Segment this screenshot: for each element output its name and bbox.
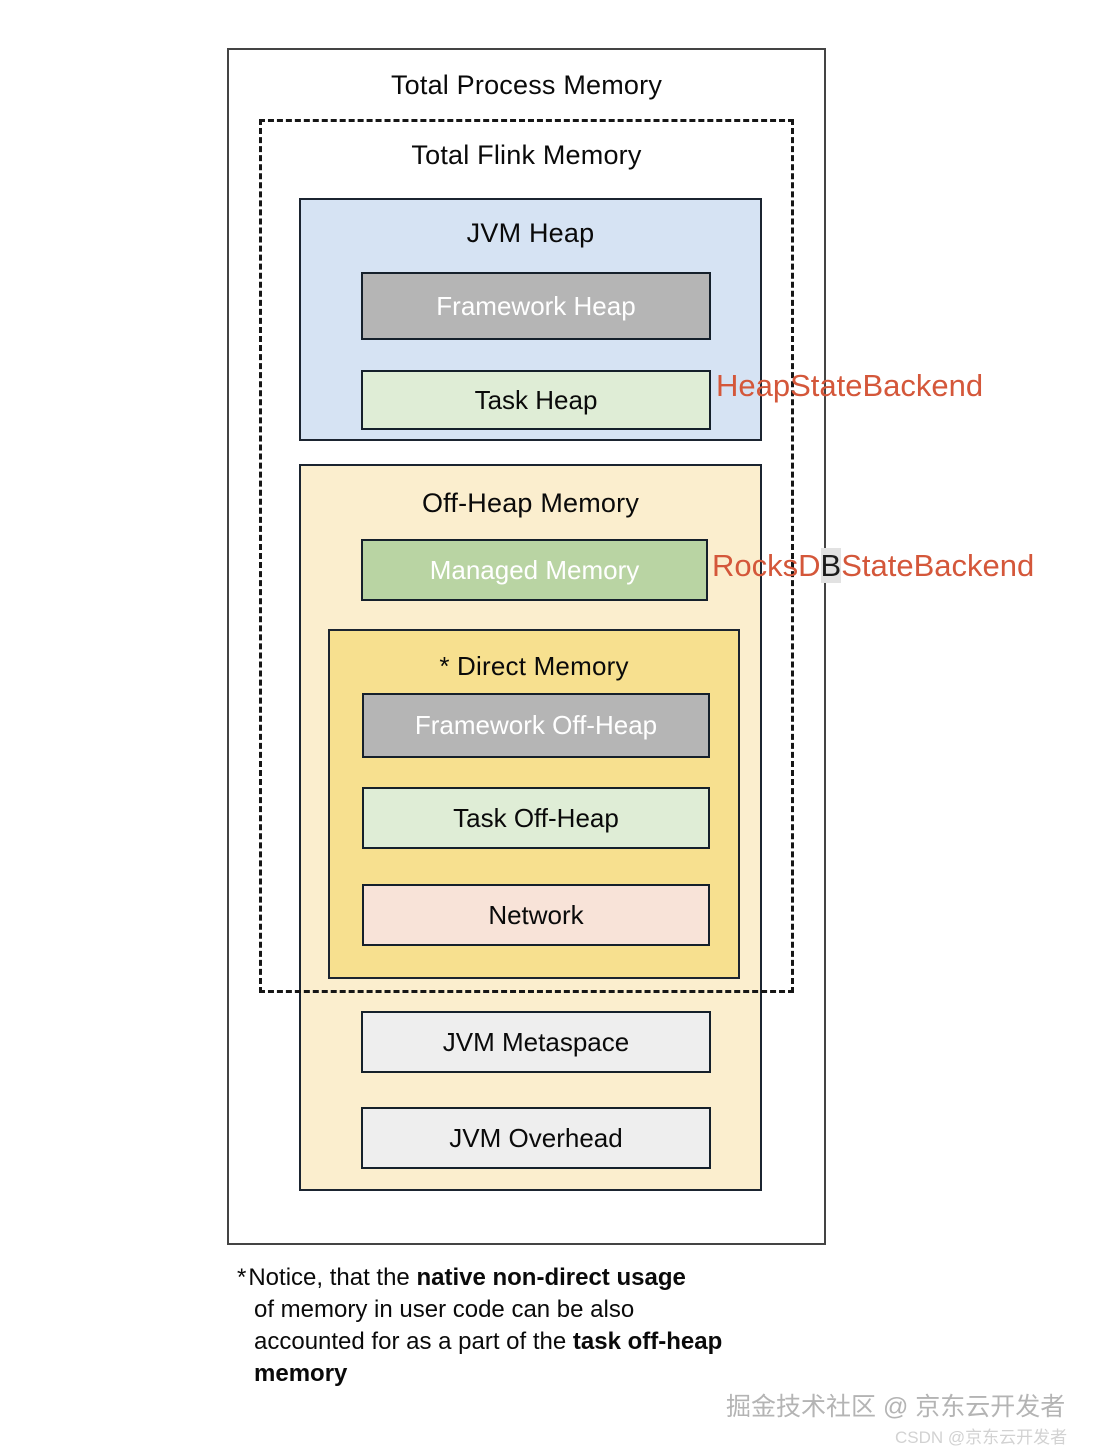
footnote-line-1-normal: Notice, that the	[248, 1264, 417, 1291]
jvm-heap-box: JVM Heap Framework Heap Task Heap	[299, 198, 762, 441]
rocksdb-suffix-text: StateBackend	[841, 548, 1035, 583]
footnote-line-3-normal: accounted for as a part of the	[254, 1328, 573, 1355]
direct-memory-box: * Direct Memory Framework Off-Heap Task …	[328, 629, 740, 979]
heap-state-backend-annotation: HeapStateBackend	[716, 368, 984, 403]
framework-heap-block: Framework Heap	[361, 272, 711, 340]
total-process-memory-box: Total Process Memory JVM Heap Framework …	[227, 48, 826, 1245]
off-heap-memory-box: Off-Heap Memory Managed Memory * Direct …	[299, 464, 762, 1191]
task-heap-block: Task Heap	[361, 370, 711, 430]
jvm-metaspace-block: JVM Metaspace	[361, 1011, 711, 1073]
jvm-overhead-block: JVM Overhead	[361, 1107, 711, 1169]
footnote-line-1: *Notice, that the native non-direct usag…	[237, 1262, 837, 1294]
rocksdb-prefix-text: RocksD	[712, 548, 821, 583]
footnote-asterisk: *	[237, 1264, 247, 1291]
csdn-watermark: CSDN @京东云开发者	[895, 1428, 1068, 1447]
footnote-note: *Notice, that the native non-direct usag…	[237, 1262, 837, 1390]
total-process-memory-label: Total Process Memory	[390, 70, 663, 100]
jvm-heap-label: JVM Heap	[466, 218, 595, 248]
footnote-line-3: accounted for as a part of the task off-…	[237, 1326, 837, 1358]
juejin-watermark: 掘金技术社区 @ 京东云开发者	[726, 1393, 1066, 1421]
rocksdb-highlight-text: B	[820, 548, 842, 583]
network-block: Network	[362, 884, 710, 946]
footnote-line-4: memory	[254, 1360, 348, 1387]
rocksdb-state-backend-annotation: RocksDBStateBackend	[712, 548, 1034, 584]
task-off-heap-block: Task Off-Heap	[362, 787, 710, 849]
managed-memory-block: Managed Memory	[361, 539, 708, 601]
footnote-line-3-bold: task off-heap	[572, 1328, 723, 1355]
footnote-line-2: of memory in user code can be also	[254, 1296, 635, 1323]
footnote-line-1-bold: native non-direct usage	[416, 1264, 686, 1291]
framework-off-heap-block: Framework Off-Heap	[362, 693, 710, 758]
off-heap-memory-label: Off-Heap Memory	[421, 488, 640, 518]
direct-memory-label: * Direct Memory	[439, 651, 629, 681]
total-flink-memory-label: Total Flink Memory	[411, 140, 642, 170]
